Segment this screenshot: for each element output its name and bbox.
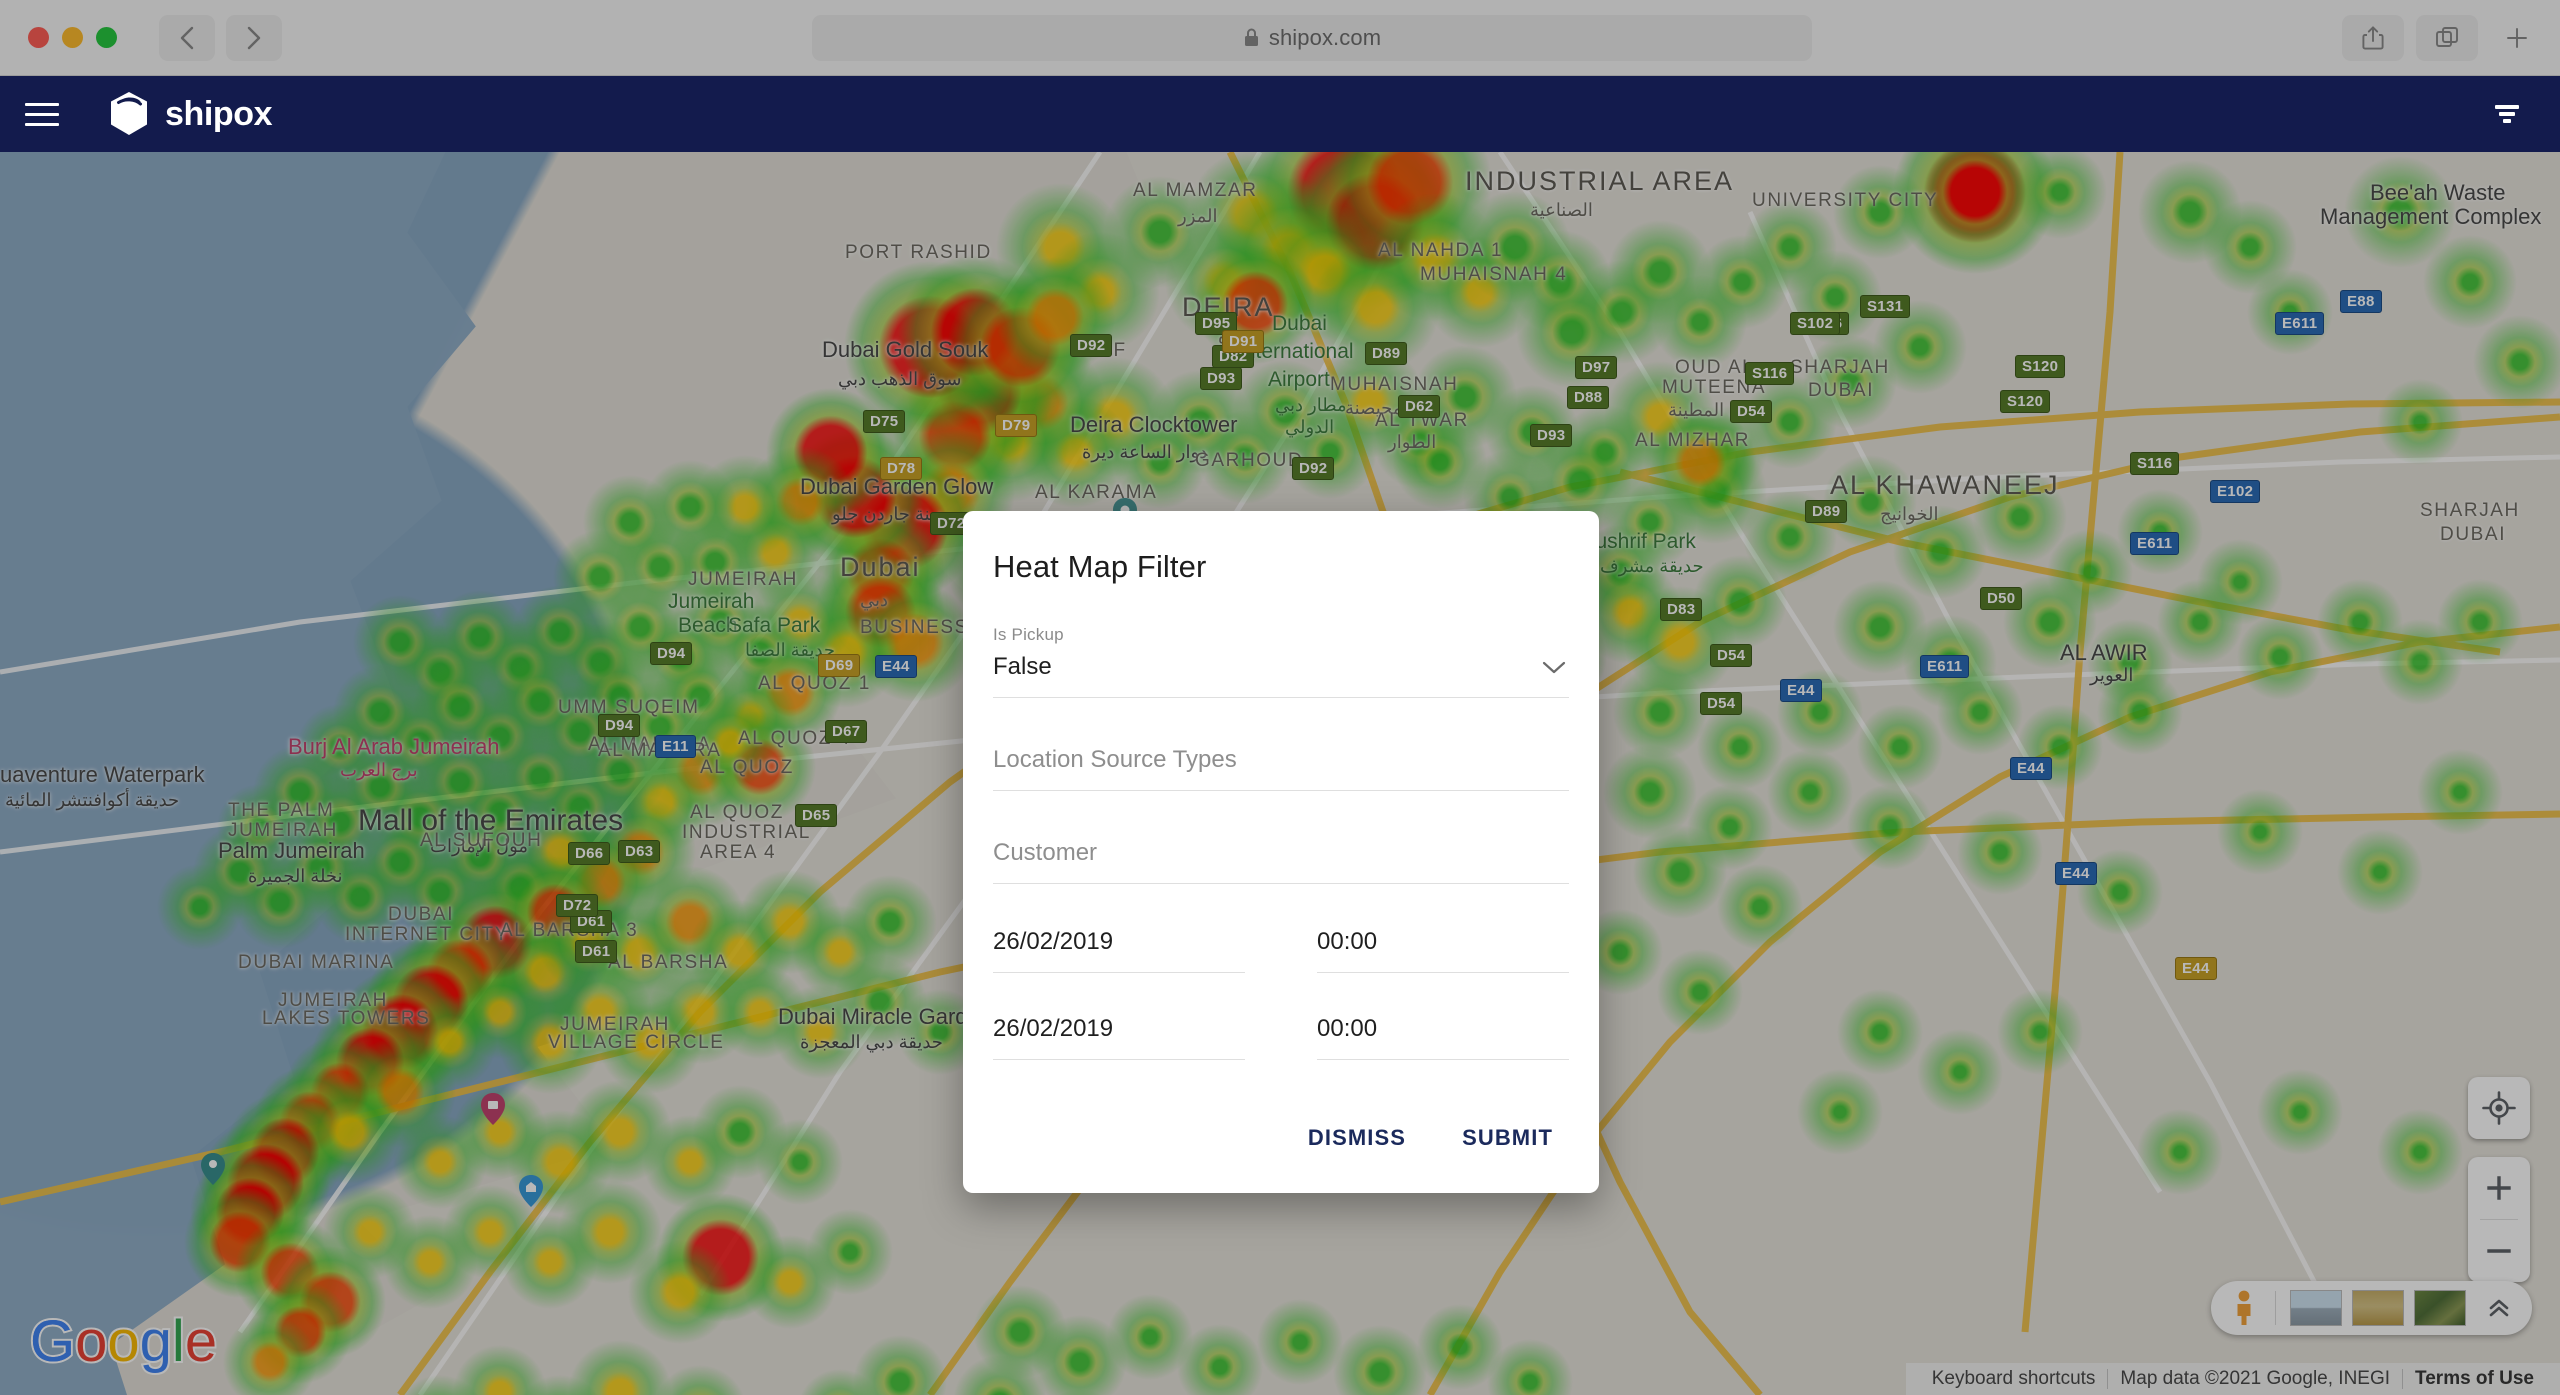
from-time-value: 00:00 xyxy=(1317,928,1378,955)
customer-field[interactable]: Customer xyxy=(993,791,1569,884)
is-pickup-value: False xyxy=(993,653,1052,680)
brand-name: shipox xyxy=(165,94,273,133)
hamburger-menu-icon[interactable] xyxy=(25,94,65,134)
dialog-body: Is Pickup False Location Source Types Cu… xyxy=(963,585,1599,1091)
dismiss-button[interactable]: DISMISS xyxy=(1290,1113,1424,1163)
is-pickup-field[interactable]: Is Pickup False xyxy=(993,585,1569,698)
submit-button[interactable]: SUBMIT xyxy=(1444,1113,1571,1163)
to-time-field[interactable]: 00:00 xyxy=(1281,973,1569,1060)
app-header: shipox xyxy=(0,76,2560,152)
date-time-row-from: 26/02/2019 00:00 xyxy=(993,884,1569,973)
filter-funnel-icon xyxy=(2495,105,2519,123)
date-time-row-to: 26/02/2019 00:00 xyxy=(993,973,1569,1060)
heat-map-filter-dialog: Heat Map Filter Is Pickup False Location… xyxy=(963,511,1599,1193)
to-date-underline xyxy=(993,1059,1245,1060)
to-time-underline xyxy=(1317,1059,1569,1060)
dialog-title: Heat Map Filter xyxy=(993,549,1207,584)
location-source-types-placeholder: Location Source Types xyxy=(993,746,1237,773)
to-time-value: 00:00 xyxy=(1317,1015,1378,1042)
dialog-action-bar: DISMISS SUBMIT xyxy=(963,1091,1599,1193)
from-date-field[interactable]: 26/02/2019 xyxy=(993,884,1281,973)
location-source-types-field[interactable]: Location Source Types xyxy=(993,698,1569,791)
is-pickup-label: Is Pickup xyxy=(993,625,1064,644)
from-time-field[interactable]: 00:00 xyxy=(1281,884,1569,973)
shipox-box-logo-icon xyxy=(111,92,147,135)
brand-logo-group[interactable]: shipox xyxy=(107,90,273,138)
customer-placeholder: Customer xyxy=(993,839,1098,866)
from-date-value: 26/02/2019 xyxy=(993,928,1114,955)
to-date-value: 26/02/2019 xyxy=(993,1015,1114,1042)
to-date-field[interactable]: 26/02/2019 xyxy=(993,973,1281,1060)
filter-button[interactable] xyxy=(2484,91,2530,137)
chevron-down-icon[interactable] xyxy=(1541,660,1567,676)
